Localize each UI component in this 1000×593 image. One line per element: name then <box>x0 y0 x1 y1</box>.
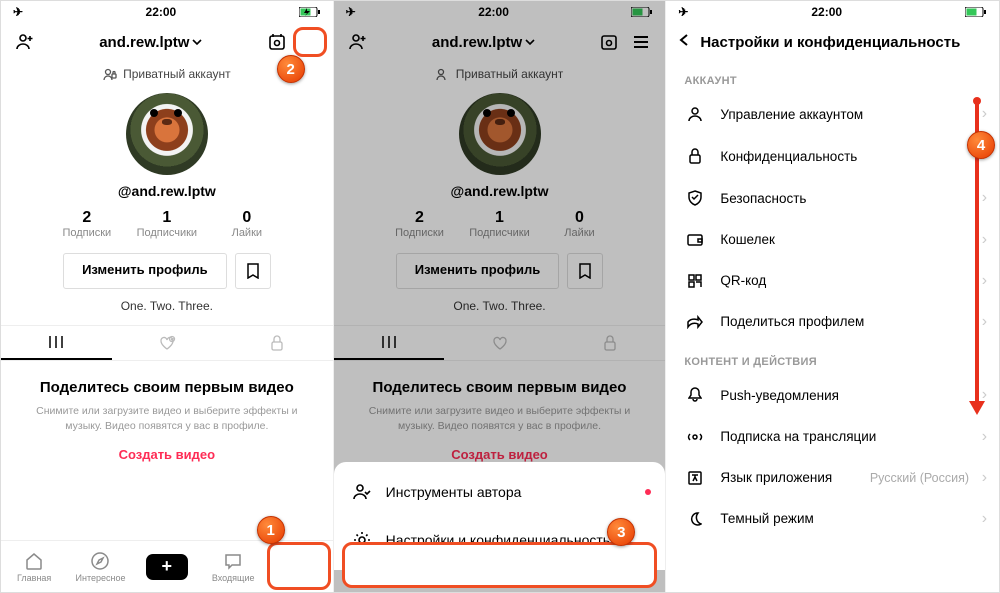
qr-icon <box>684 274 706 288</box>
tab-inbox[interactable]: Входящие <box>200 541 266 592</box>
avatar[interactable] <box>126 93 208 175</box>
empty-title: Поделитесь своим первым видео <box>25 379 309 396</box>
profile-topbar: and.rew.lptw <box>1 23 333 61</box>
content-tabs <box>1 325 333 361</box>
person-icon <box>684 106 706 122</box>
row-wallet[interactable]: Кошелек› <box>666 219 999 260</box>
add-friend-icon[interactable] <box>11 28 39 56</box>
bookmark-icon <box>246 263 260 279</box>
message-icon <box>223 551 243 571</box>
wallet-icon <box>684 233 706 247</box>
badge-2: 2 <box>277 55 305 83</box>
row-privacy[interactable]: Конфиденциальность› <box>666 135 999 177</box>
row-qr[interactable]: QR-код› <box>666 260 999 301</box>
live-icon <box>684 430 706 444</box>
phone-settings: ✈︎22:00 Настройки и конфиденциальность А… <box>666 1 999 592</box>
row-security[interactable]: Безопасность› <box>666 177 999 219</box>
bio-text: One. Two. Three. <box>1 299 333 313</box>
battery-icon <box>299 7 321 17</box>
row-push[interactable]: Push-уведомления› <box>666 374 999 416</box>
stats-row: 2Подписки 1Подписчики 0Лайки <box>1 209 333 239</box>
menu-icon[interactable] <box>295 28 323 56</box>
bell-icon <box>684 387 706 403</box>
chevron-down-icon <box>192 37 202 47</box>
row-darkmode[interactable]: Темный режим› <box>666 498 999 539</box>
home-icon <box>24 551 44 571</box>
tab-private[interactable] <box>222 326 333 360</box>
tab-create[interactable]: + <box>134 541 200 592</box>
compass-icon <box>90 551 110 571</box>
language-value: Русский (Россия) <box>870 471 969 485</box>
moon-icon <box>684 512 706 526</box>
tab-liked[interactable] <box>112 326 223 360</box>
bookmark-button[interactable] <box>235 253 271 289</box>
lock-person-icon <box>103 67 117 81</box>
sheet-creator-tools[interactable]: Инструменты автора <box>334 468 666 516</box>
row-share[interactable]: Поделиться профилем› <box>666 301 999 342</box>
badge-4: 4 <box>967 131 995 159</box>
bottom-sheet: Инструменты автора Настройки и конфиденц… <box>334 462 666 570</box>
stat-likes[interactable]: 0Лайки <box>207 209 287 239</box>
creator-icon <box>352 482 372 502</box>
row-language[interactable]: Язык приложенияРусский (Россия)› <box>666 457 999 498</box>
row-manage-account[interactable]: Управление аккаунтом› <box>666 93 999 135</box>
row-live[interactable]: Подписка на трансляции› <box>666 416 999 457</box>
section-content: КОНТЕНТ И ДЕЙСТВИЯ <box>666 342 999 374</box>
username-dropdown[interactable]: and.rew.lptw <box>99 34 202 51</box>
share-icon <box>684 315 706 329</box>
phone-menu-open: ✈︎22:00 and.rew.lptw Приватный аккаунт @… <box>334 1 667 592</box>
settings-header: Настройки и конфиденциальность <box>666 23 999 61</box>
empty-subtitle: Снимите или загрузите видео и выберите э… <box>25 404 309 433</box>
language-icon <box>684 471 706 485</box>
shield-icon <box>684 190 706 206</box>
status-time: 22:00 <box>146 5 177 19</box>
back-button[interactable] <box>678 33 692 51</box>
tab-discover[interactable]: Интересное <box>67 541 133 592</box>
phone-profile: ✈︎ 22:00 and.rew.lptw Приватный аккаунт … <box>1 1 334 592</box>
stat-following[interactable]: 2Подписки <box>47 209 127 239</box>
plus-icon: + <box>146 554 188 580</box>
empty-state: Поделитесь своим первым видео Снимите ил… <box>1 361 333 462</box>
create-video-link[interactable]: Создать видео <box>25 447 309 462</box>
status-bar: ✈︎ 22:00 <box>1 1 333 23</box>
settings-title: Настройки и конфиденциальность <box>700 34 960 51</box>
profile-icon <box>289 551 309 571</box>
airplane-icon: ✈︎ <box>13 5 23 19</box>
stat-followers[interactable]: 1Подписчики <box>127 209 207 239</box>
section-account: АККАУНТ <box>666 61 999 93</box>
lock-icon <box>684 148 706 164</box>
tab-home[interactable]: Главная <box>1 541 67 592</box>
user-handle: @and.rew.lptw <box>1 183 333 199</box>
edit-profile-button[interactable]: Изменить профиль <box>63 253 227 289</box>
bottom-tabbar: Главная Интересное + Входящие Профиль <box>1 540 333 592</box>
notification-dot <box>645 489 651 495</box>
tab-profile[interactable]: Профиль <box>266 541 332 592</box>
calendar-icon[interactable] <box>263 28 291 56</box>
gear-icon <box>352 530 372 550</box>
badge-1: 1 <box>257 516 285 544</box>
tab-grid[interactable] <box>1 326 112 360</box>
